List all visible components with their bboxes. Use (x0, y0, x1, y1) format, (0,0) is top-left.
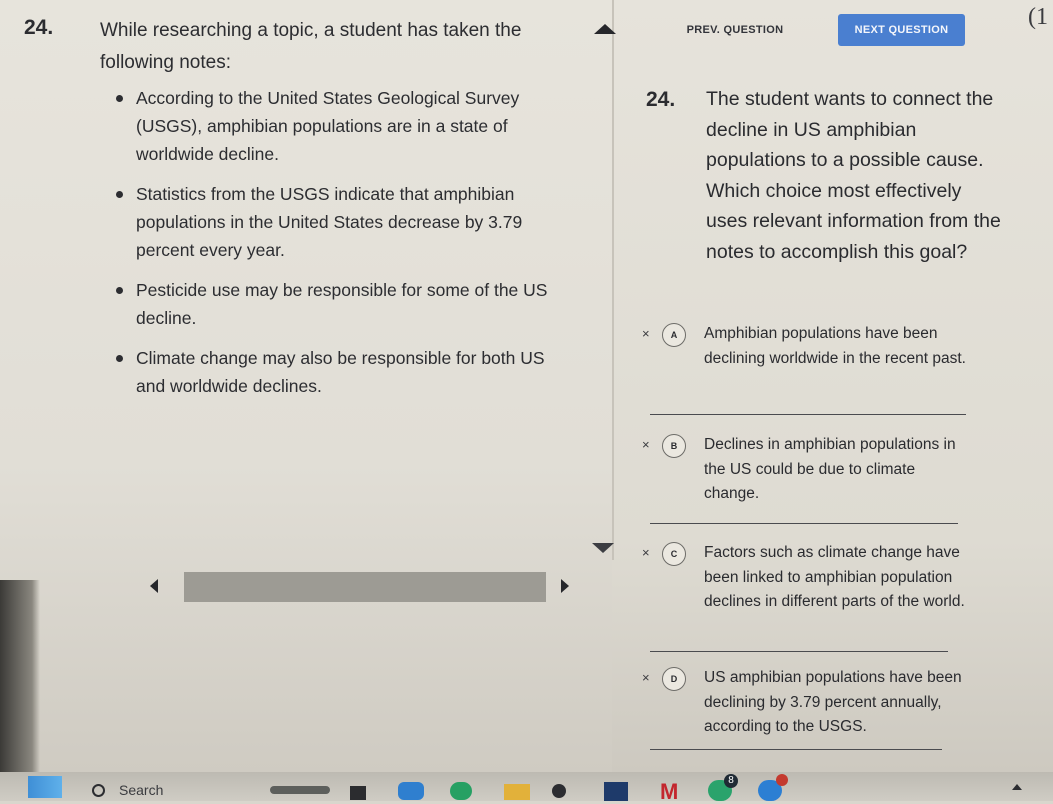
pane-divider[interactable] (612, 0, 614, 560)
choice-divider (650, 749, 942, 750)
note-item: According to the United States Geologica… (108, 84, 578, 168)
corner-text: (1 (1028, 4, 1048, 30)
choice-text: US amphibian populations have been decli… (704, 669, 962, 735)
question-stem: The student wants to connect the decline… (706, 88, 1001, 263)
note-item: Pesticide use may be responsible for som… (108, 276, 578, 332)
note-item: Statistics from the USGS indicate that a… (108, 180, 578, 264)
task-view-icon[interactable] (350, 786, 366, 800)
note-item: Climate change may also be responsible f… (108, 344, 578, 400)
taskbar-search[interactable]: Search (78, 779, 258, 801)
tray-chevron-up-icon[interactable] (1012, 784, 1022, 790)
scroll-right-arrow-icon[interactable] (561, 579, 569, 593)
next-question-button[interactable]: NEXT QUESTION (838, 14, 965, 46)
search-icon (92, 783, 105, 797)
choice-text: Amphibian populations have been declinin… (704, 325, 966, 367)
eliminate-x-icon[interactable]: × (642, 433, 650, 458)
prev-question-button[interactable]: PREV. QUESTION (660, 14, 810, 46)
choice-divider (650, 523, 958, 524)
answer-choice-b[interactable]: × B Declines in amphibian populations in… (640, 433, 970, 507)
choice-letter-badge: A (662, 323, 686, 347)
widget-icon[interactable] (270, 786, 330, 794)
choice-letter-badge: D (662, 667, 686, 691)
windows-start-icon[interactable] (28, 776, 62, 798)
notes-list: According to the United States Geologica… (108, 84, 578, 412)
file-explorer-icon[interactable] (504, 784, 530, 800)
chrome-icon[interactable] (450, 782, 472, 800)
choice-text: Declines in amphibian populations in the… (704, 436, 956, 502)
answer-choice-d[interactable]: × D US amphibian populations have been d… (640, 666, 970, 740)
screen-edge-shadow (0, 580, 40, 772)
notification-badge: 8 (724, 774, 738, 788)
edge-browser-icon[interactable] (398, 782, 424, 800)
eliminate-x-icon[interactable]: × (642, 322, 650, 347)
notes-intro: While researching a topic, a student has… (100, 20, 522, 73)
search-label: Search (119, 782, 164, 798)
answer-choice-a[interactable]: × A Amphibian populations have been decl… (640, 322, 970, 396)
question-number-left: 24. (24, 16, 54, 39)
answer-choice-c[interactable]: × C Factors such as climate change have … (640, 541, 970, 639)
eliminate-x-icon[interactable]: × (642, 666, 650, 691)
question-number-right: 24. (646, 88, 676, 111)
gmail-icon[interactable]: M (660, 781, 684, 803)
alert-dot-icon (776, 774, 788, 786)
store-icon[interactable] (552, 784, 566, 798)
eliminate-x-icon[interactable]: × (642, 541, 650, 566)
scroll-left-arrow-icon[interactable] (150, 579, 158, 593)
choice-letter-badge: C (662, 542, 686, 566)
scroll-up-arrow-icon[interactable] (594, 24, 616, 34)
horizontal-scrollbar[interactable] (136, 566, 592, 606)
choice-divider (650, 414, 966, 415)
choice-divider (650, 651, 948, 652)
teams-icon[interactable] (604, 782, 628, 801)
scroll-down-arrow-icon[interactable] (592, 543, 614, 553)
choice-letter-badge: B (662, 434, 686, 458)
scrollbar-thumb[interactable] (184, 572, 546, 602)
choice-text: Factors such as climate change have been… (704, 544, 965, 610)
